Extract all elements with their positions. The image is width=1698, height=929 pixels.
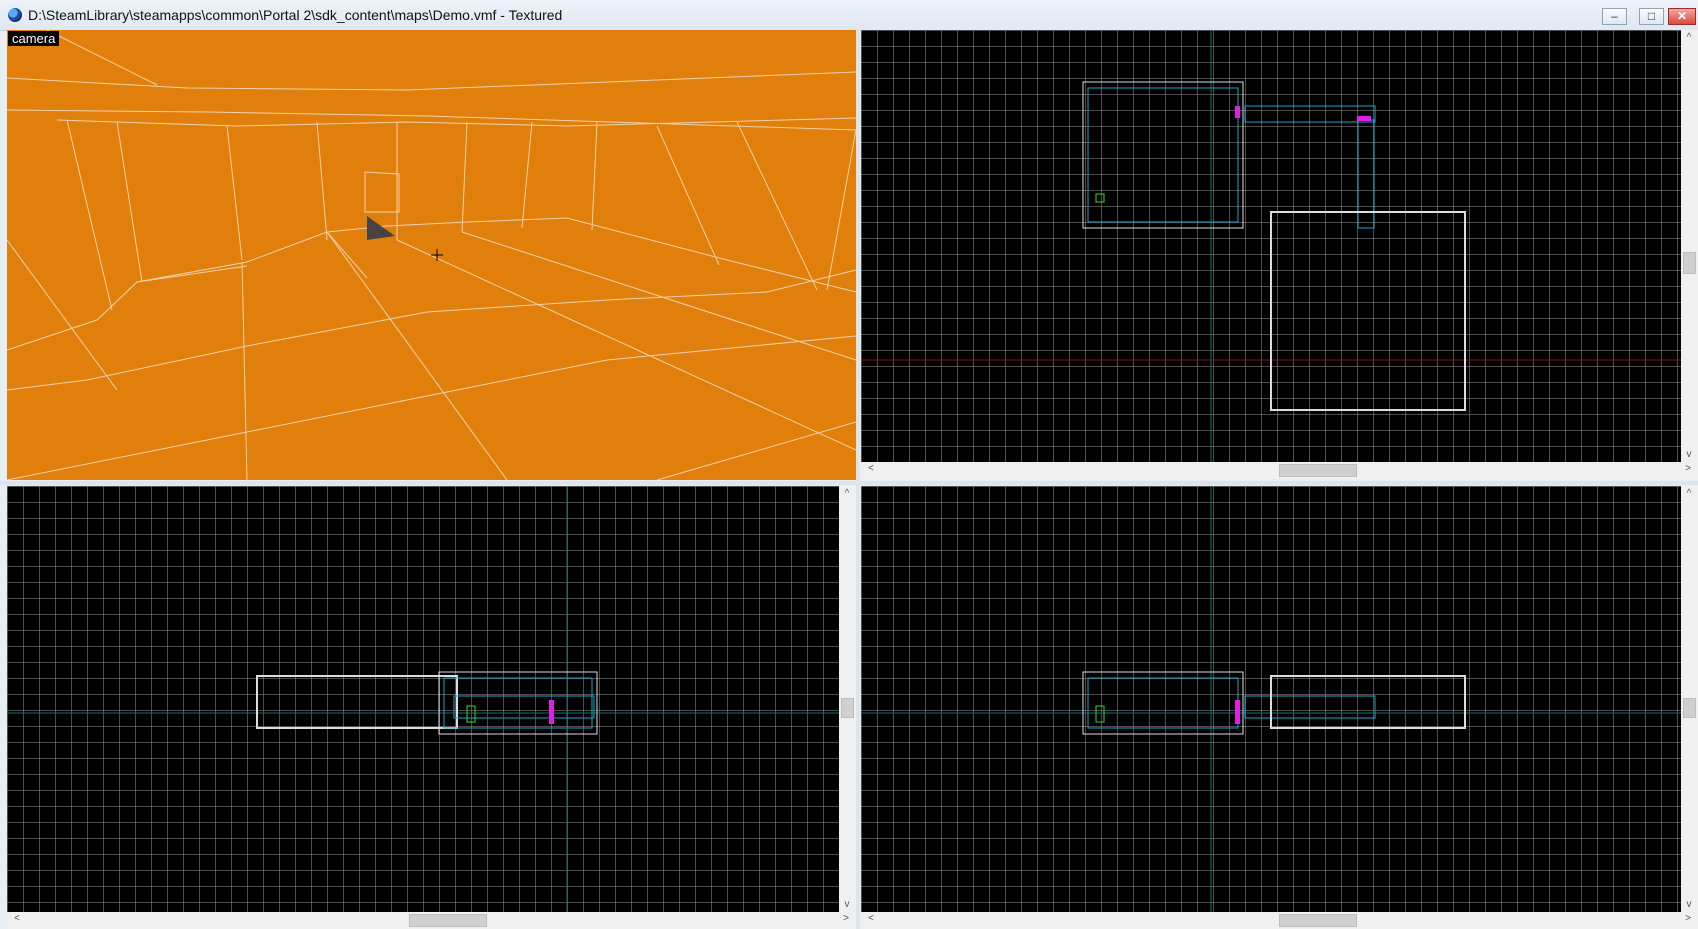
- scroll-down-icon[interactable]: v: [1682, 449, 1696, 460]
- front-view-vscrollbar[interactable]: ^ v: [839, 486, 856, 912]
- side-2d-viewport[interactable]: [861, 486, 1681, 912]
- crosshair-icon: [431, 249, 443, 261]
- side-view-brushes: [861, 486, 1681, 912]
- scroll-thumb[interactable]: [1683, 698, 1696, 718]
- maximize-button[interactable]: □: [1639, 8, 1664, 25]
- camera-viewport[interactable]: [7, 30, 856, 480]
- side-view-vscrollbar[interactable]: ^ v: [1681, 486, 1698, 912]
- side-view-hscrollbar[interactable]: < >: [861, 912, 1698, 929]
- scroll-thumb[interactable]: [1279, 914, 1357, 927]
- front-view-brushes: [7, 486, 839, 912]
- scroll-thumb[interactable]: [841, 698, 854, 718]
- vertical-splitter[interactable]: [856, 30, 860, 929]
- scroll-thumb[interactable]: [1279, 464, 1357, 477]
- scroll-up-icon[interactable]: ^: [840, 488, 854, 499]
- top-view-brushes: [861, 30, 1681, 462]
- horizontal-splitter[interactable]: [0, 481, 1698, 485]
- scroll-left-icon[interactable]: <: [864, 463, 878, 474]
- scroll-left-icon[interactable]: <: [864, 913, 878, 924]
- scroll-down-icon[interactable]: v: [840, 899, 854, 910]
- maximize-icon: □: [1647, 9, 1656, 23]
- close-icon: ✕: [1676, 9, 1688, 23]
- minimize-icon: –: [1611, 9, 1618, 23]
- title-bar: D:\SteamLibrary\steamapps\common\Portal …: [0, 0, 1698, 31]
- scroll-left-icon[interactable]: <: [10, 913, 24, 924]
- app-icon: [8, 8, 22, 22]
- scroll-right-icon[interactable]: >: [1681, 463, 1695, 474]
- minimize-button[interactable]: –: [1602, 8, 1627, 25]
- scroll-thumb[interactable]: [409, 914, 487, 927]
- scroll-down-icon[interactable]: v: [1682, 899, 1696, 910]
- top-2d-viewport[interactable]: [861, 30, 1681, 462]
- camera-label: camera: [8, 31, 60, 46]
- scroll-up-icon[interactable]: ^: [1682, 32, 1696, 43]
- camera-wireframe: [7, 30, 856, 480]
- front-2d-viewport[interactable]: [7, 486, 839, 912]
- scroll-thumb[interactable]: [1683, 252, 1696, 274]
- front-view-hscrollbar[interactable]: < >: [7, 912, 856, 929]
- top-view-vscrollbar[interactable]: ^ v: [1681, 30, 1698, 462]
- scroll-right-icon[interactable]: >: [839, 913, 853, 924]
- top-view-hscrollbar[interactable]: < >: [861, 462, 1698, 479]
- scroll-right-icon[interactable]: >: [1681, 913, 1695, 924]
- scroll-up-icon[interactable]: ^: [1682, 488, 1696, 499]
- close-button[interactable]: ✕: [1668, 8, 1696, 25]
- window-title: D:\SteamLibrary\steamapps\common\Portal …: [28, 7, 563, 23]
